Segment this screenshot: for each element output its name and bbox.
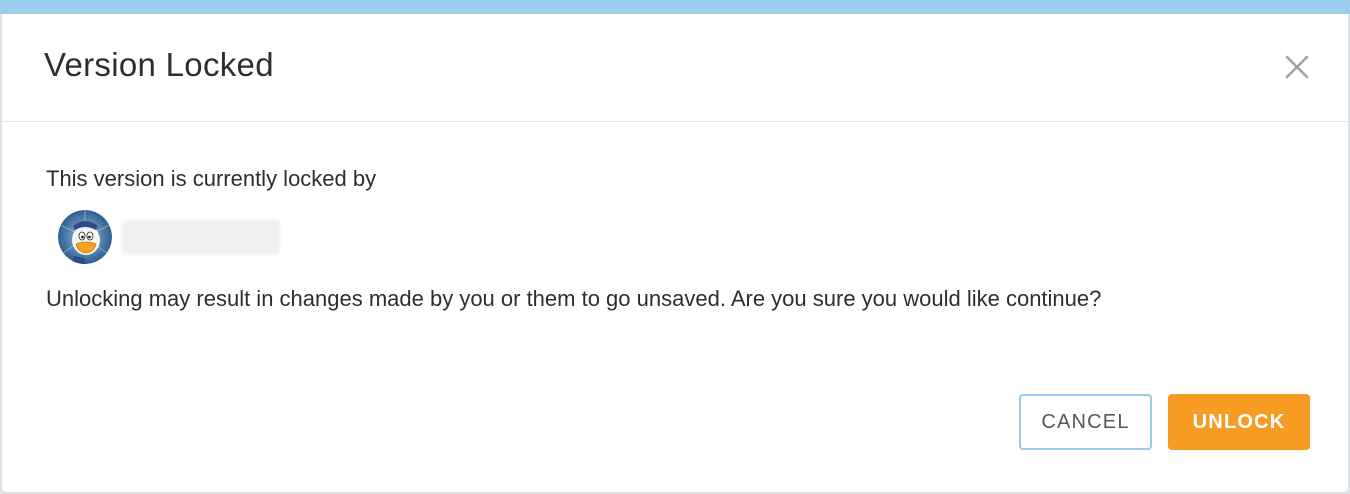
- locked-by-intro: This version is currently locked by: [46, 166, 377, 191]
- unlock-warning: Unlocking may result in changes made by …: [46, 286, 1102, 311]
- unlock-button[interactable]: UNLOCK: [1168, 394, 1310, 450]
- dialog-body: This version is currently locked by Unlo…: [46, 164, 1326, 311]
- cancel-button[interactable]: CANCEL: [1019, 394, 1152, 450]
- close-button[interactable]: [1282, 52, 1312, 82]
- locked-by-username: [122, 220, 280, 254]
- top-accent-strip: [0, 0, 1350, 14]
- version-locked-dialog: Version Locked This version is currently…: [2, 14, 1348, 492]
- close-icon: [1285, 55, 1309, 79]
- dialog-title: Version Locked: [44, 46, 274, 83]
- user-avatar: [58, 210, 112, 264]
- dialog-header: Version Locked: [2, 14, 1348, 122]
